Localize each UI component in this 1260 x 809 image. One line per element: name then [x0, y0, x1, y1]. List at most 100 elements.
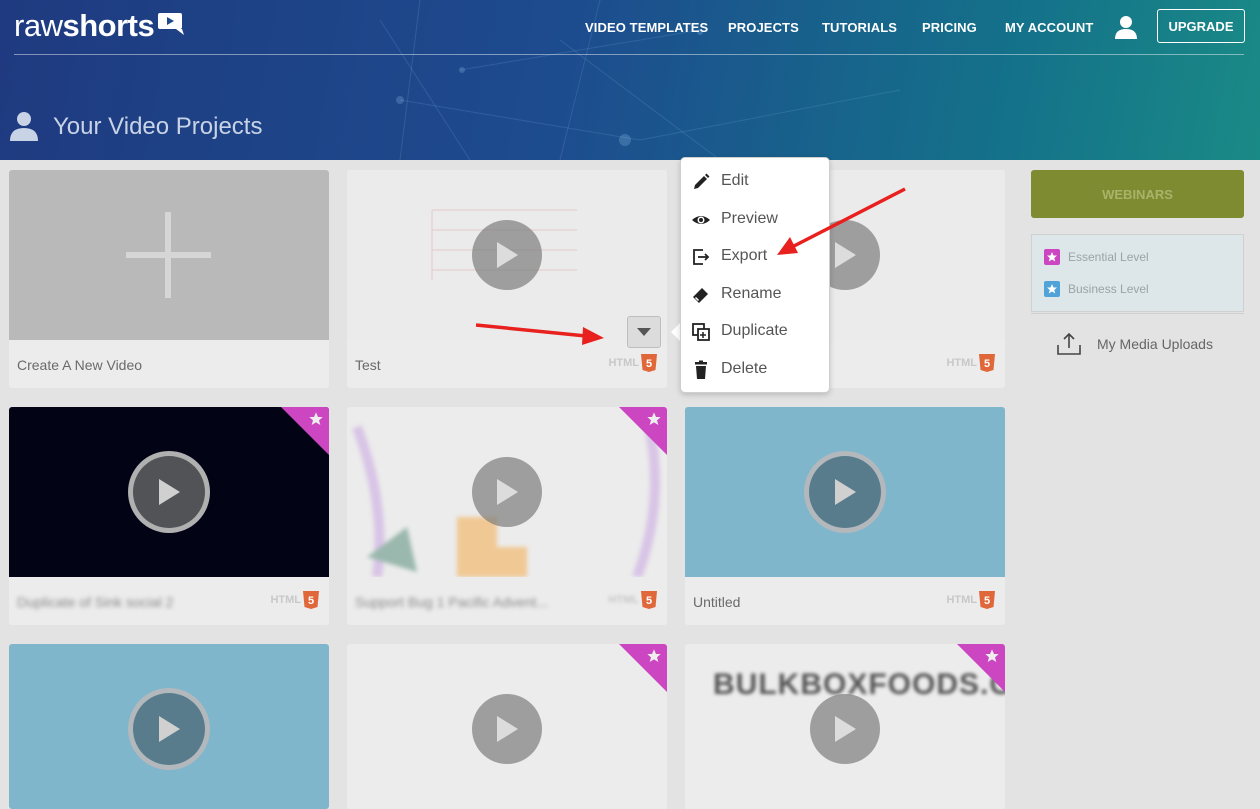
- play-button[interactable]: [472, 457, 542, 527]
- card-options-menu: Edit Preview Export Rename Duplicate Del…: [680, 157, 830, 393]
- card-options-dropdown-button[interactable]: [627, 316, 661, 348]
- star-icon: [647, 649, 661, 662]
- logo-text-shorts: shorts: [62, 8, 155, 43]
- legend-label: Essential Level: [1068, 250, 1149, 264]
- project-card-test[interactable]: Test HTML 5: [347, 170, 667, 388]
- duplicate-icon: [692, 323, 710, 341]
- html5-text: HTML: [946, 357, 977, 369]
- html5-text: HTML: [946, 594, 977, 606]
- html5-badge: HTML 5: [608, 591, 657, 609]
- html5-shield-icon: 5: [641, 354, 657, 372]
- project-thumb: BULKBOXFOODS.COM: [685, 644, 1005, 809]
- user-silhouette-icon: [10, 112, 38, 141]
- eraser-icon: [693, 288, 708, 303]
- html5-text: HTML: [608, 594, 639, 606]
- star-icon: [1044, 249, 1060, 265]
- menu-item-delete[interactable]: Delete: [681, 351, 831, 387]
- legend-essential-level: Essential Level: [1044, 249, 1149, 265]
- project-thumb: [9, 407, 329, 577]
- trash-icon: [695, 360, 707, 379]
- html5-text: HTML: [608, 357, 639, 369]
- play-icon: [497, 716, 518, 742]
- header-banner: raw shorts VIDEO TEMPLATES PROJECTS TUTOR…: [0, 0, 1260, 160]
- star-icon: [309, 412, 323, 425]
- nav-my-account[interactable]: MY ACCOUNT: [1005, 20, 1093, 35]
- menu-item-label: Rename: [721, 285, 782, 302]
- create-new-thumb: [9, 170, 329, 340]
- nav-pricing[interactable]: PRICING: [922, 20, 977, 35]
- svg-text:5: 5: [308, 595, 314, 607]
- html5-badge: HTML 5: [946, 354, 995, 372]
- nav-tutorials[interactable]: TUTORIALS: [822, 20, 897, 35]
- plus-icon: [126, 212, 211, 298]
- card-label: Test: [355, 357, 381, 373]
- html5-badge: HTML 5: [608, 354, 657, 372]
- svg-text:5: 5: [646, 595, 652, 607]
- play-button[interactable]: [128, 688, 210, 770]
- user-icon[interactable]: [1113, 14, 1139, 40]
- level-legend: Essential Level Business Level: [1031, 234, 1244, 312]
- svg-text:5: 5: [984, 358, 990, 370]
- project-thumb: [347, 170, 667, 340]
- sidebar-divider: [1031, 313, 1244, 314]
- play-button[interactable]: [472, 694, 542, 764]
- menu-item-duplicate[interactable]: Duplicate: [681, 313, 831, 349]
- play-button[interactable]: [128, 451, 210, 533]
- play-icon: [159, 479, 180, 505]
- upgrade-button[interactable]: UPGRADE: [1157, 9, 1245, 43]
- play-icon: [159, 716, 180, 742]
- star-icon: [647, 412, 661, 425]
- webinars-button[interactable]: WEBINARS: [1031, 170, 1244, 218]
- menu-item-preview[interactable]: Preview: [681, 201, 831, 237]
- html5-shield-icon: 5: [641, 591, 657, 609]
- project-thumb: [685, 407, 1005, 577]
- project-thumb: [347, 644, 667, 809]
- card-label: Untitled: [693, 594, 741, 610]
- project-card[interactable]: BULKBOXFOODS.COM: [685, 644, 1005, 809]
- project-thumb: [347, 407, 667, 577]
- nav-projects[interactable]: PROJECTS: [728, 20, 799, 35]
- play-button[interactable]: [810, 694, 880, 764]
- html5-shield-icon: 5: [303, 591, 319, 609]
- menu-item-label: Duplicate: [721, 322, 788, 339]
- html5-shield-icon: 5: [979, 591, 995, 609]
- page-title: Your Video Projects: [53, 113, 263, 140]
- play-icon: [835, 242, 856, 268]
- nav-video-templates[interactable]: VIDEO TEMPLATES: [585, 20, 708, 35]
- project-card[interactable]: Duplicate of Sink social 2 HTML 5: [9, 407, 329, 625]
- html5-shield-icon: 5: [979, 354, 995, 372]
- legend-label: Business Level: [1068, 282, 1149, 296]
- project-card[interactable]: [347, 644, 667, 809]
- play-icon: [835, 479, 856, 505]
- project-card[interactable]: Support Bug 1 Pacific Advent... HTML 5: [347, 407, 667, 625]
- play-button[interactable]: [804, 451, 886, 533]
- menu-item-label: Export: [721, 247, 768, 264]
- my-media-uploads-link[interactable]: My Media Uploads: [1055, 331, 1213, 357]
- menu-item-label: Preview: [721, 210, 778, 227]
- menu-item-rename[interactable]: Rename: [681, 276, 831, 312]
- card-label: Support Bug 1 Pacific Advent...: [355, 594, 549, 610]
- menu-item-edit[interactable]: Edit: [681, 163, 831, 199]
- logo-text-raw: raw: [14, 8, 63, 43]
- project-card[interactable]: [9, 644, 329, 809]
- project-card-untitled[interactable]: Untitled HTML 5: [685, 407, 1005, 625]
- star-icon: [1044, 281, 1060, 297]
- logo-play-bubble-icon: [158, 13, 185, 35]
- create-new-video-card[interactable]: Create A New Video: [9, 170, 329, 388]
- rawshorts-logo[interactable]: raw shorts: [14, 8, 188, 44]
- play-icon: [497, 242, 518, 268]
- card-label: Create A New Video: [17, 357, 143, 373]
- play-icon: [497, 479, 518, 505]
- html5-badge: HTML 5: [946, 591, 995, 609]
- play-button[interactable]: [472, 220, 542, 290]
- svg-text:5: 5: [984, 595, 990, 607]
- play-icon: [835, 716, 856, 742]
- caret-down-icon: [637, 328, 651, 336]
- header-divider: [14, 54, 1244, 55]
- menu-item-export[interactable]: Export: [681, 238, 831, 274]
- project-thumb: [9, 644, 329, 809]
- menu-item-label: Delete: [721, 360, 768, 377]
- card-label: Duplicate of Sink social 2: [17, 594, 174, 610]
- legend-business-level: Business Level: [1044, 281, 1149, 297]
- svg-text:5: 5: [646, 358, 652, 370]
